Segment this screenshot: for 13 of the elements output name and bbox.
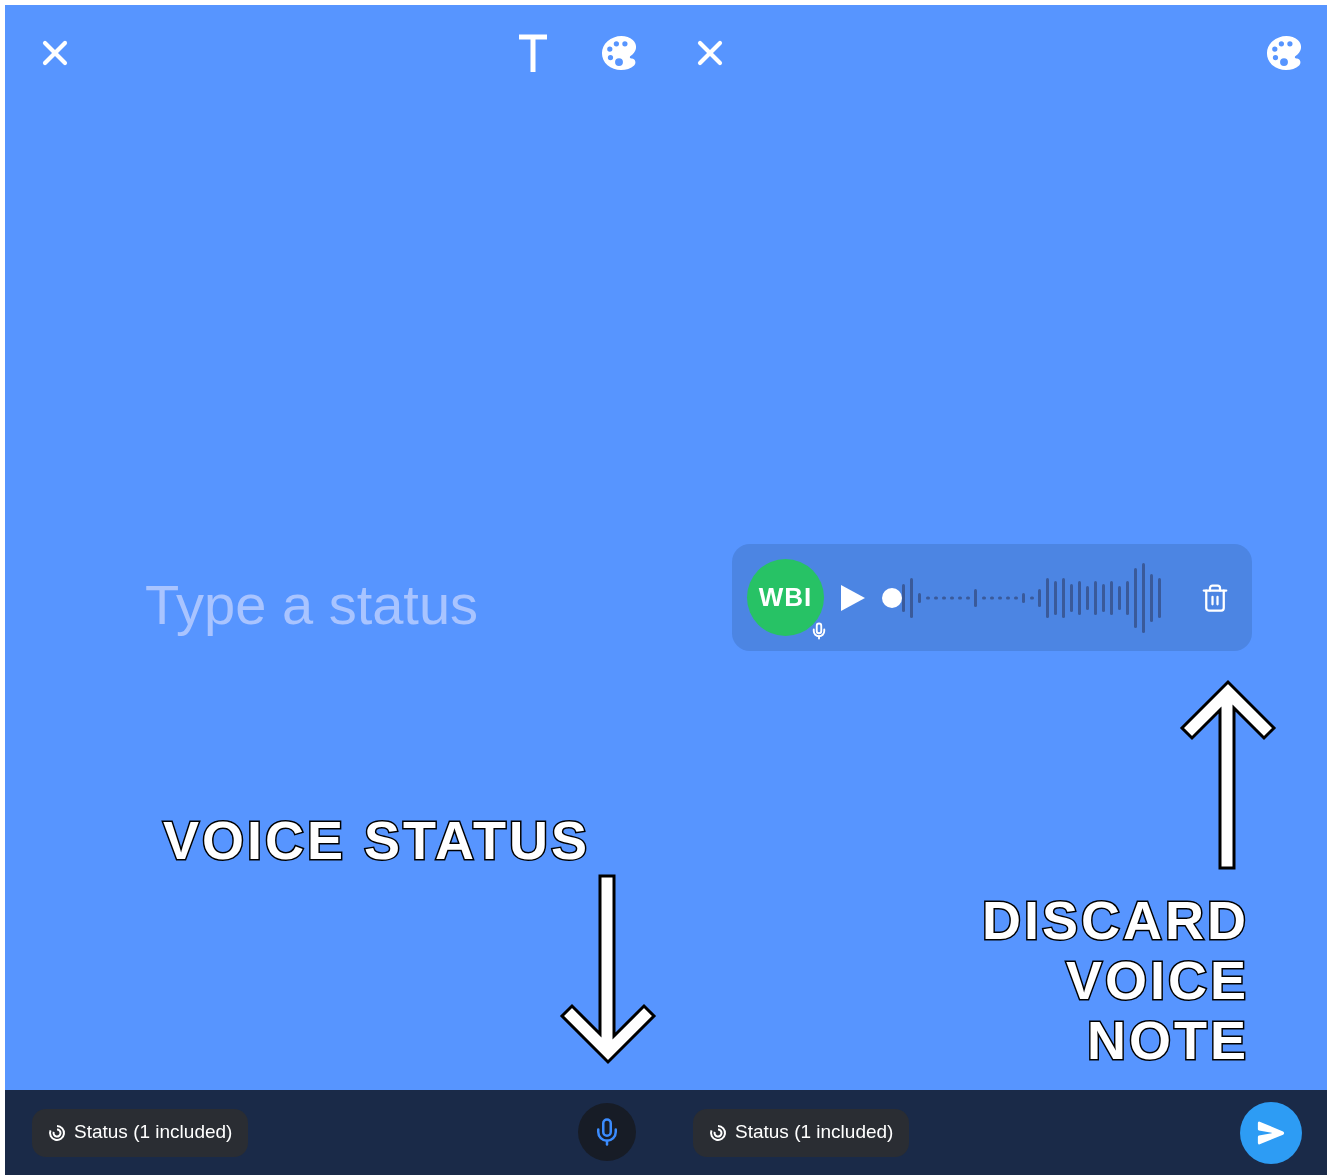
- delete-icon[interactable]: [1200, 582, 1230, 613]
- status-audience-button[interactable]: Status (1 included): [693, 1108, 910, 1157]
- annotation-label: DISCARD VOICE NOTE: [982, 890, 1249, 1070]
- avatar: WBI: [747, 559, 824, 636]
- status-ring-icon: [709, 1123, 727, 1142]
- annotation-label: VOICE STATUS: [163, 809, 591, 872]
- status-ring-icon: [48, 1123, 66, 1142]
- status-audience-button[interactable]: Status (1 included): [32, 1108, 249, 1157]
- status-input[interactable]: Type a status: [145, 570, 625, 640]
- text-tool-icon[interactable]: [518, 33, 548, 72]
- mic-icon: [810, 622, 828, 640]
- playback-thumb[interactable]: [882, 587, 902, 608]
- play-icon[interactable]: [840, 583, 866, 612]
